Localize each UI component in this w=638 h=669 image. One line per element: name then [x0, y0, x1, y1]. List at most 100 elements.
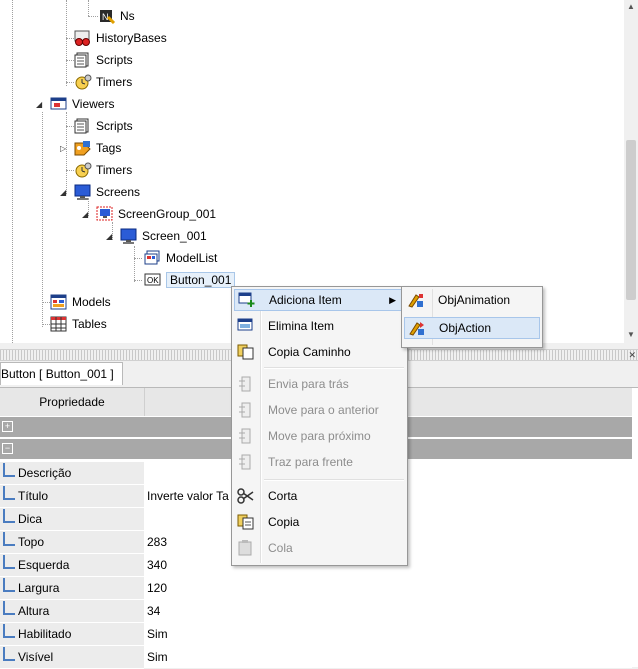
svg-text:OK: OK: [147, 276, 159, 285]
tree-node-tables[interactable]: Tables: [50, 314, 107, 334]
copy-icon: [234, 512, 258, 532]
collapse-icon[interactable]: ◢: [82, 210, 88, 219]
tree-node-label: Tags: [96, 141, 122, 155]
scroll-up-icon[interactable]: ▲: [627, 2, 635, 11]
tree-node-label: ScreenGroup_001: [118, 207, 217, 221]
expand-icon[interactable]: +: [2, 421, 13, 432]
submenu-arrow-icon: ▶: [389, 294, 396, 305]
tree-node-historybases[interactable]: HistoryBases: [74, 28, 167, 48]
tree-node-label: HistoryBases: [96, 31, 167, 45]
expand-icon[interactable]: ▷: [60, 144, 66, 153]
svg-text:N: N: [102, 12, 109, 22]
property-name: Esquerda: [18, 558, 70, 572]
tree-node-modellist[interactable]: ModelList: [144, 248, 217, 268]
tree-node-label: Tables: [72, 317, 107, 331]
property-value[interactable]: 120: [147, 577, 167, 599]
collapse-icon[interactable]: ◢: [106, 232, 112, 241]
add-item-submenu[interactable]: ObjAnimation ObjAction: [401, 286, 543, 348]
menu-item-send-back[interactable]: Envia para trás: [234, 373, 405, 395]
submenu-item-objanimation[interactable]: ObjAnimation: [404, 289, 540, 311]
collapse-icon[interactable]: ◢: [36, 100, 42, 109]
property-name: Visível: [18, 650, 54, 664]
menu-item-copy[interactable]: Copia: [234, 511, 405, 533]
property-name: Altura: [18, 604, 50, 618]
property-row[interactable]: Visível Sim: [0, 646, 632, 669]
bring-front-icon: [234, 452, 258, 472]
tree-node-screengroup[interactable]: ScreenGroup_001: [96, 204, 216, 224]
property-value[interactable]: 283: [147, 531, 167, 553]
menu-item-label: Copia: [268, 515, 300, 529]
collapse-icon[interactable]: ◢: [60, 188, 66, 197]
tab-button-properties[interactable]: Button [ Button_001 ]: [0, 362, 123, 385]
property-name: Descrição: [18, 466, 72, 480]
scripts-icon: [74, 52, 92, 68]
menu-item-label: Copia Caminho: [268, 345, 351, 359]
tree-node-label: Models: [72, 295, 111, 309]
menu-item-label: Envia para trás: [268, 377, 349, 391]
tree-line: [66, 82, 74, 83]
menu-item-label: ObjAnimation: [438, 293, 511, 307]
screen-group-icon: [96, 206, 114, 222]
menu-item-move-next[interactable]: Move para próximo: [234, 425, 405, 447]
tree-line: [42, 302, 50, 303]
tree-node-screens[interactable]: Screens: [74, 182, 140, 202]
tree-node-ns[interactable]: N Ns: [98, 6, 135, 26]
tree-node-label: Timers: [96, 163, 133, 177]
tree-node-timers[interactable]: Timers: [74, 160, 132, 180]
tables-icon: [50, 316, 68, 332]
tree-node-viewers[interactable]: Viewers: [50, 94, 114, 114]
property-value[interactable]: Inverte valor Ta: [147, 485, 229, 507]
menu-item-cut[interactable]: Corta: [234, 485, 405, 507]
property-name: Topo: [18, 535, 45, 549]
scroll-down-icon[interactable]: ▼: [627, 330, 635, 339]
menu-item-move-previous[interactable]: Move para o anterior: [234, 399, 405, 421]
scripts-icon: [74, 118, 92, 134]
property-row[interactable]: Largura 120: [0, 577, 632, 600]
menu-item-label: Cola: [268, 541, 293, 555]
send-back-icon: [234, 374, 258, 394]
property-row[interactable]: Altura 34: [0, 600, 632, 623]
menu-item-delete-item[interactable]: Elimina Item: [234, 315, 405, 337]
menu-item-add-item[interactable]: Adiciona Item ▶: [234, 289, 405, 311]
tree-node-models[interactable]: Models: [50, 292, 111, 312]
property-name: Dica: [18, 512, 43, 526]
property-row[interactable]: Habilitado Sim: [0, 623, 632, 646]
tree-node-timers[interactable]: Timers: [74, 72, 132, 92]
obj-animation-icon: [404, 290, 428, 310]
menu-item-copy-path[interactable]: Copia Caminho: [234, 341, 405, 363]
close-icon[interactable]: ✕: [628, 350, 636, 361]
scrollbar-thumb[interactable]: [626, 140, 636, 300]
tree-node-scripts[interactable]: Scripts: [74, 116, 133, 136]
property-name: Título: [18, 489, 49, 503]
property-value[interactable]: 34: [147, 600, 160, 622]
tree-line: [12, 0, 13, 343]
context-menu[interactable]: Adiciona Item ▶ Elimina Item Copia Camin…: [231, 286, 408, 566]
tree-node-scripts[interactable]: Scripts: [74, 50, 133, 70]
menu-item-label: Move para o anterior: [268, 403, 379, 417]
property-value[interactable]: Sim: [147, 623, 168, 645]
model-list-icon: [144, 250, 162, 266]
tree-node-button[interactable]: OK Button_001: [144, 270, 236, 290]
tree-vertical-scrollbar[interactable]: ▲ ▼: [624, 0, 638, 343]
menu-item-bring-front[interactable]: Traz para frente: [234, 451, 405, 473]
menu-item-label: Corta: [268, 489, 298, 503]
collapse-icon[interactable]: −: [2, 443, 13, 454]
delete-item-icon: [234, 316, 258, 336]
property-value[interactable]: 340: [147, 554, 167, 576]
menu-item-paste[interactable]: Cola: [234, 537, 405, 559]
tree-line: [134, 258, 142, 259]
tree-node-screen[interactable]: Screen_001: [120, 226, 207, 246]
viewers-icon: [50, 96, 68, 112]
move-previous-icon: [234, 400, 258, 420]
models-icon: [50, 294, 68, 310]
menu-separator: [264, 367, 404, 369]
property-value[interactable]: Sim: [147, 646, 168, 668]
tree-line: [88, 0, 89, 16]
copy-path-icon: [234, 342, 258, 362]
tags-icon: [74, 140, 92, 156]
menu-separator: [264, 479, 404, 481]
tree-node-tags[interactable]: Tags: [74, 138, 121, 158]
menu-item-label: Traz para frente: [268, 455, 353, 469]
tree-node-label: Screen_001: [142, 229, 207, 243]
submenu-item-objaction[interactable]: ObjAction: [404, 317, 540, 339]
